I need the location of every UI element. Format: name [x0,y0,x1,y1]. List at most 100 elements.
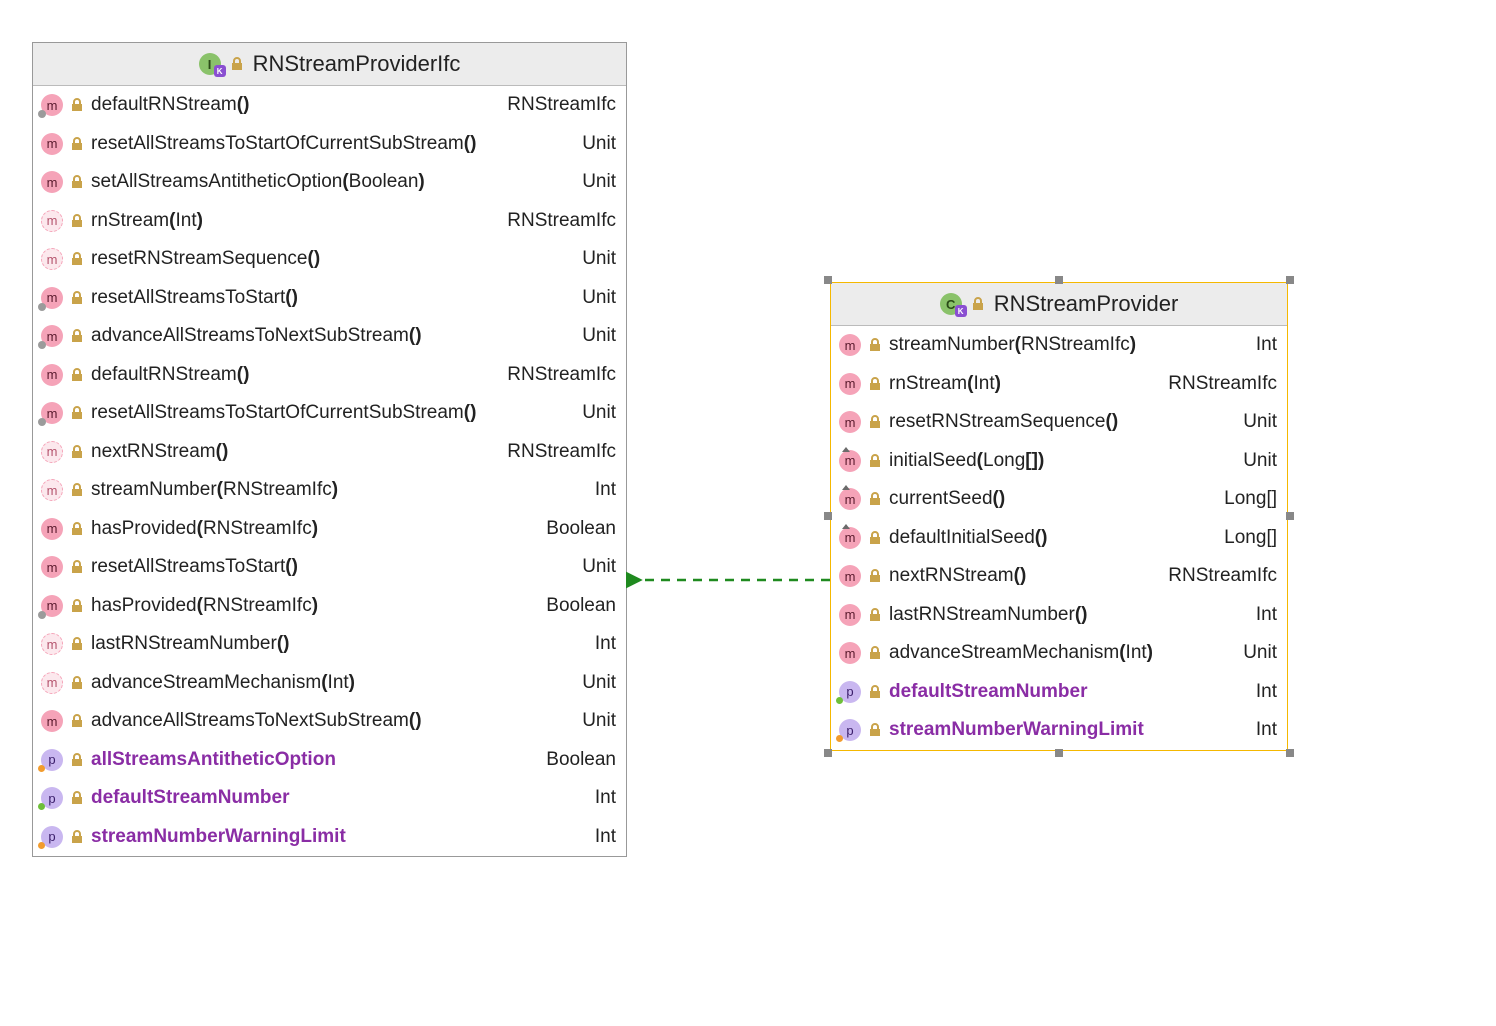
interface-icon: I K [199,53,221,75]
member-signature: lastRNStreamNumber() [91,630,577,659]
member-row[interactable]: mresetAllStreamsToStartOfCurrentSubStrea… [33,125,626,164]
lock-icon [69,829,85,845]
lock-icon [69,482,85,498]
member-row[interactable]: m streamNumber(RNStreamIfc) Int [831,326,1287,365]
method-icon: m [41,441,63,463]
member-return-type: Unit [582,245,616,274]
member-return-type: Unit [582,669,616,698]
lock-icon [69,174,85,190]
member-row[interactable]: m resetAllStreamsToStart() Unit [33,548,626,587]
member-row[interactable]: pdefaultStreamNumberInt [33,779,626,818]
realization-arrow [626,560,832,600]
member-signature: defaultInitialSeed() [889,524,1206,553]
member-signature: nextRNStream() [91,438,489,467]
member-row[interactable]: mresetAllStreamsToStart()Unit [33,279,626,318]
member-signature: hasProvided(RNStreamIfc) [91,515,528,544]
method-icon: m [41,210,63,232]
member-row[interactable]: m resetAllStreamsToStartOfCurrentSubStrea… [33,394,626,433]
member-return-type: Unit [582,284,616,313]
member-return-type: RNStreamIfc [507,361,616,390]
selection-handle[interactable] [824,512,832,520]
member-row[interactable]: mnextRNStream()RNStreamIfc [831,557,1287,596]
selection-handle[interactable] [1286,749,1294,757]
member-row[interactable]: m hasProvided(RNStreamIfc) Boolean [33,510,626,549]
member-return-type: Int [595,784,616,813]
method-icon: m [839,488,861,510]
member-row[interactable]: m defaultInitialSeed() Long[] [831,519,1287,558]
member-row[interactable]: madvanceStreamMechanism(Int)Unit [33,664,626,703]
method-icon: m [839,565,861,587]
member-row[interactable]: pstreamNumberWarningLimitInt [33,818,626,857]
member-row[interactable]: mhasProvided(RNStreamIfc)Boolean [33,587,626,626]
class-box-provider[interactable]: C K RNStreamProvider mstreamNumber(RNStr… [830,282,1288,751]
selection-handle[interactable] [824,276,832,284]
member-return-type: RNStreamIfc [507,438,616,467]
member-row[interactable]: mlastRNStreamNumber()Int [33,625,626,664]
member-signature: resetAllStreamsToStartOfCurrentSubStream… [91,399,564,428]
member-signature: hasProvided(RNStreamIfc) [91,592,528,621]
member-return-type: Long[] [1224,524,1277,553]
method-icon: m [41,556,63,578]
lock-icon [69,675,85,691]
member-row[interactable]: m currentSeed() Long[] [831,480,1287,519]
member-signature: currentSeed() [889,485,1206,514]
lock-icon [69,136,85,152]
member-signature: allStreamsAntitheticOption [91,746,528,775]
lock-icon [867,414,883,430]
method-icon: m [839,527,861,549]
selection-handle[interactable] [1286,276,1294,284]
member-row[interactable]: mdefaultRNStream()RNStreamIfc [33,356,626,395]
member-signature: resetAllStreamsToStart() [91,553,564,582]
member-row[interactable]: mstreamNumber(RNStreamIfc)Int [33,471,626,510]
member-row[interactable]: pstreamNumberWarningLimitInt [831,711,1287,750]
member-return-type: Unit [582,553,616,582]
selection-handle[interactable] [1055,749,1063,757]
member-row[interactable]: msetAllStreamsAntitheticOption(Boolean)U… [33,163,626,202]
method-icon: m [839,334,861,356]
member-return-type: Boolean [546,746,616,775]
lock-icon [69,790,85,806]
method-icon: m [839,373,861,395]
member-return-type: Unit [582,399,616,428]
member-return-type: Int [1256,331,1277,360]
lock-icon [867,530,883,546]
method-icon: m [41,287,63,309]
member-row[interactable]: mdefaultRNStream()RNStreamIfc [33,86,626,125]
property-icon: p [41,787,63,809]
member-row[interactable]: pdefaultStreamNumberInt [831,673,1287,712]
member-row[interactable]: mrnStream(Int)RNStreamIfc [831,365,1287,404]
member-return-type: Long[] [1224,485,1277,514]
member-row[interactable]: minitialSeed(Long[])Unit [831,442,1287,481]
lock-icon [69,636,85,652]
lock-icon [69,290,85,306]
member-signature: initialSeed(Long[]) [889,447,1225,476]
member-signature: streamNumber(RNStreamIfc) [889,331,1238,360]
class-box-ifc[interactable]: I K RNStreamProviderIfc mdefaultRNStream… [32,42,627,857]
method-icon: m [41,518,63,540]
member-return-type: Boolean [546,515,616,544]
member-signature: streamNumberWarningLimit [91,823,577,852]
lock-icon [229,56,245,72]
member-row[interactable]: pallStreamsAntitheticOptionBoolean [33,741,626,780]
lock-icon [867,491,883,507]
member-row[interactable]: mlastRNStreamNumber()Int [831,596,1287,635]
member-row[interactable]: madvanceAllStreamsToNextSubStream()Unit [33,702,626,741]
member-row[interactable]: madvanceStreamMechanism(Int)Unit [831,634,1287,673]
method-icon: m [41,171,63,193]
member-row[interactable]: mresetRNStreamSequence()Unit [831,403,1287,442]
method-icon: m [839,604,861,626]
member-row[interactable]: mresetRNStreamSequence()Unit [33,240,626,279]
method-icon: m [41,133,63,155]
member-row[interactable]: mrnStream(Int)RNStreamIfc [33,202,626,241]
member-signature: advanceStreamMechanism(Int) [889,639,1225,668]
member-row[interactable]: m nextRNStream() RNStreamIfc [33,433,626,472]
method-icon: m [41,94,63,116]
selection-handle[interactable] [1055,276,1063,284]
selection-handle[interactable] [1286,512,1294,520]
selection-handle[interactable] [824,749,832,757]
class-header-ifc: I K RNStreamProviderIfc [33,43,626,86]
member-row[interactable]: madvanceAllStreamsToNextSubStream()Unit [33,317,626,356]
member-return-type: Unit [582,322,616,351]
member-return-type: RNStreamIfc [507,207,616,236]
method-icon: m [41,402,63,424]
